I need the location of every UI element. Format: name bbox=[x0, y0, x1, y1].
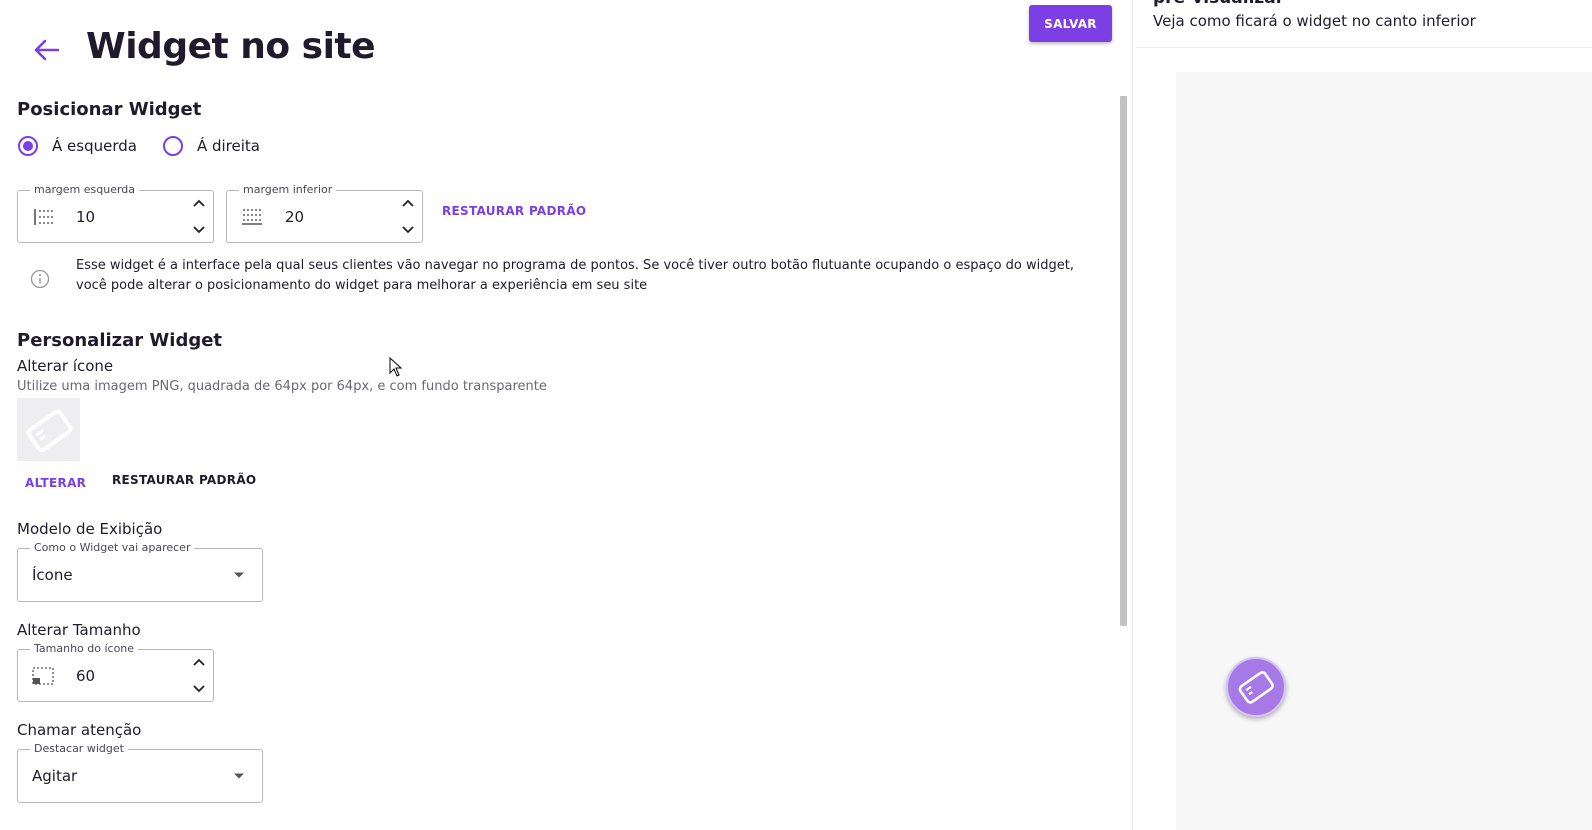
preview-subtitle: Veja como ficará o widget no canto infer… bbox=[1153, 12, 1476, 30]
size-icon bbox=[32, 666, 54, 685]
icon-preview-image bbox=[17, 398, 80, 461]
radio-left-label: Á esquerda bbox=[52, 137, 137, 155]
radio-right[interactable]: Á direita bbox=[162, 136, 260, 156]
restore-position-button[interactable]: RESTAURAR PADRÃO bbox=[442, 204, 586, 218]
info-icon bbox=[30, 269, 50, 289]
highlight-widget-select[interactable]: Destacar widget Agitar bbox=[17, 742, 263, 803]
change-icon-hint: Utilize uma imagem PNG, quadrada de 64px… bbox=[17, 379, 547, 394]
display-model-label: Modelo de Exibição bbox=[17, 520, 163, 538]
display-model-value: Ícone bbox=[32, 566, 73, 584]
chevron-down-icon[interactable] bbox=[400, 223, 416, 237]
margin-bottom-icon bbox=[242, 208, 262, 225]
chevron-up-icon[interactable] bbox=[191, 196, 207, 210]
change-icon-button[interactable]: ALTERAR bbox=[25, 476, 86, 490]
preview-title: pré-visualizar bbox=[1153, 0, 1284, 8]
mouse-cursor-icon bbox=[389, 357, 403, 377]
position-radio-group: Á esquerda Á direita bbox=[18, 136, 286, 156]
panel-divider bbox=[1132, 0, 1133, 830]
chevron-down-icon[interactable] bbox=[191, 682, 207, 696]
card-icon bbox=[26, 409, 72, 452]
page-title: Widget no site bbox=[86, 26, 376, 67]
bottom-margin-value[interactable]: 20 bbox=[285, 208, 304, 226]
restore-icon-button[interactable]: RESTAURAR PADRÃO bbox=[112, 473, 256, 487]
save-button[interactable]: SALVAR bbox=[1029, 5, 1112, 42]
bottom-margin-field[interactable]: margem inferior 20 bbox=[226, 183, 423, 243]
highlight-widget-value: Agitar bbox=[32, 767, 78, 785]
icon-size-field[interactable]: Tamanho do ícone 60 bbox=[17, 642, 214, 702]
card-icon bbox=[1238, 671, 1274, 704]
chevron-up-icon[interactable] bbox=[400, 196, 416, 210]
preview-header-divider bbox=[1136, 47, 1592, 48]
preview-canvas bbox=[1176, 72, 1592, 830]
radio-left[interactable]: Á esquerda bbox=[18, 136, 137, 156]
position-info-text: Esse widget é a interface pela qual seus… bbox=[76, 258, 1074, 293]
position-section-title: Posicionar Widget bbox=[17, 99, 202, 120]
size-label: Alterar Tamanho bbox=[17, 621, 141, 639]
icon-size-value[interactable]: 60 bbox=[76, 667, 95, 685]
margin-left-icon bbox=[34, 208, 53, 225]
back-arrow-icon[interactable] bbox=[30, 34, 62, 66]
change-icon-label: Alterar ícone bbox=[17, 357, 114, 375]
left-margin-field[interactable]: margem esquerda 10 bbox=[17, 183, 214, 243]
widget-preview-button[interactable] bbox=[1226, 657, 1286, 717]
display-model-legend: Como o Widget vai aparecer bbox=[30, 541, 195, 554]
customize-section-title: Personalizar Widget bbox=[17, 330, 223, 351]
attention-label: Chamar atenção bbox=[17, 721, 142, 739]
left-margin-value[interactable]: 10 bbox=[76, 208, 95, 226]
radio-left-circle[interactable] bbox=[18, 136, 38, 156]
chevron-down-icon[interactable] bbox=[191, 223, 207, 237]
display-model-select[interactable]: Como o Widget vai aparecer Ícone bbox=[17, 541, 263, 602]
radio-right-label: Á direita bbox=[196, 137, 260, 155]
left-margin-legend: margem esquerda bbox=[30, 183, 140, 196]
radio-right-circle[interactable] bbox=[162, 136, 183, 156]
dropdown-arrow-icon[interactable] bbox=[234, 572, 244, 578]
dropdown-arrow-icon[interactable] bbox=[234, 773, 244, 779]
highlight-widget-legend: Destacar widget bbox=[30, 742, 128, 755]
icon-size-legend: Tamanho do ícone bbox=[30, 642, 139, 655]
scrollbar-thumb[interactable] bbox=[1120, 96, 1127, 626]
bottom-margin-legend: margem inferior bbox=[239, 183, 337, 196]
chevron-up-icon[interactable] bbox=[191, 655, 207, 669]
